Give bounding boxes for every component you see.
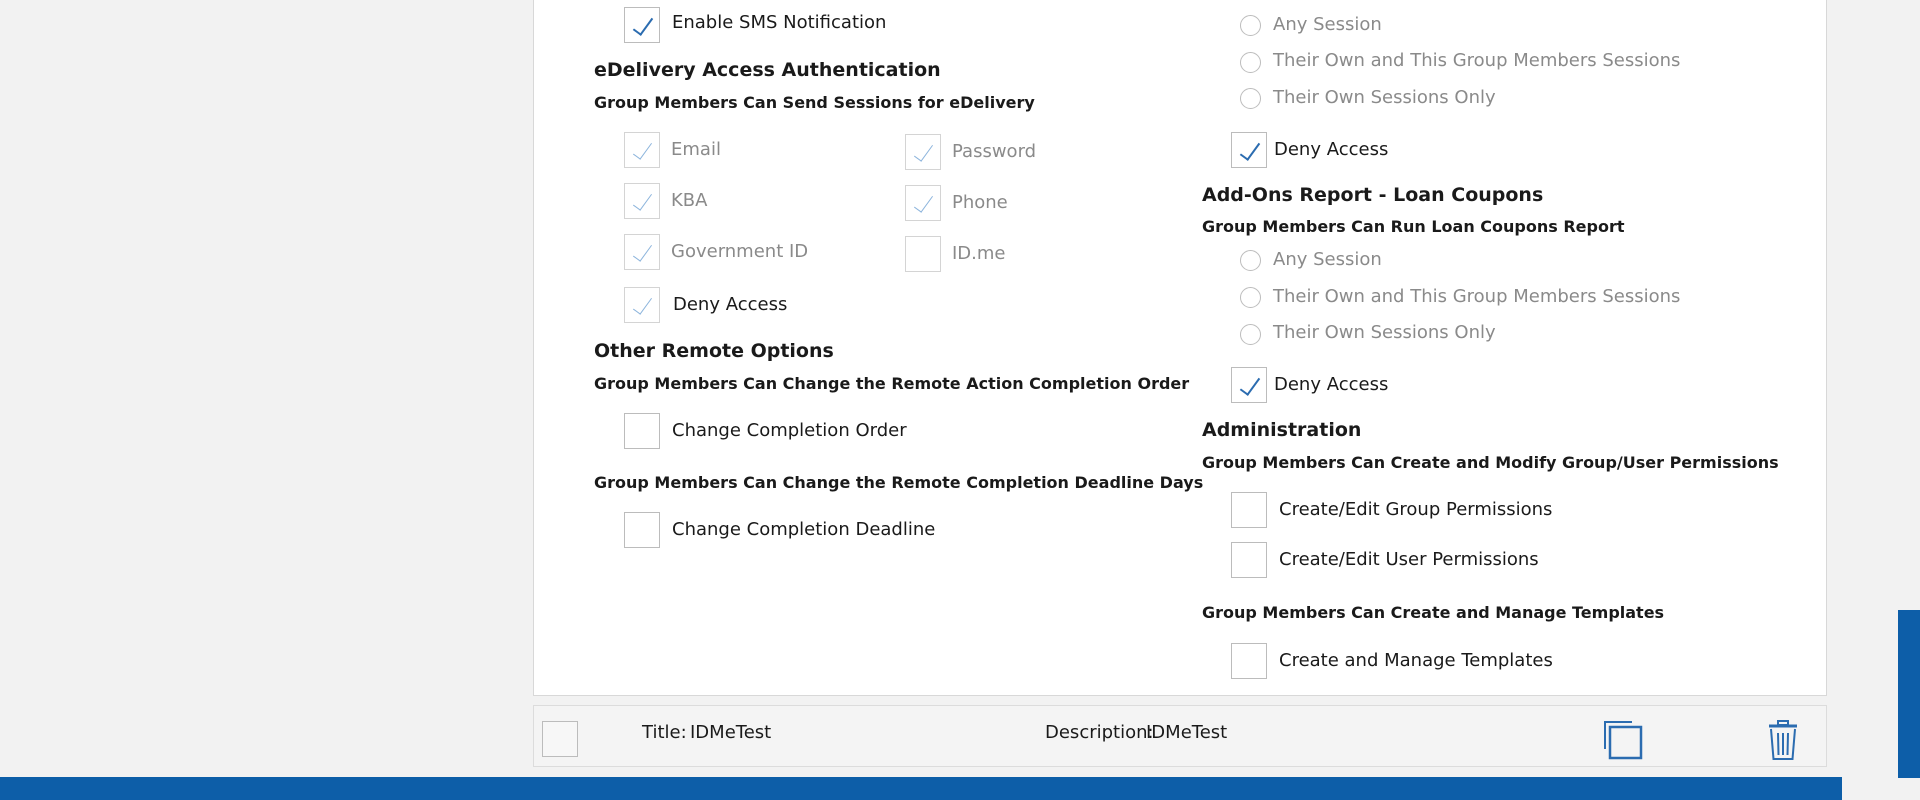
group-list-row[interactable]: Title: IDMeTest Description: IDMeTest [533,705,1827,767]
bottom-action-bar [0,777,1842,800]
change-completion-order-checkbox[interactable] [624,413,660,449]
loan-radio-any-session-label: Any Session [1273,249,1382,270]
top-radio-own-and-group-label: Their Own and This Group Members Session… [1273,50,1681,71]
top-deny-access-checkbox[interactable] [1231,132,1267,168]
row-title-value: IDMeTest [690,722,772,743]
row-title-label: Title: [642,722,687,743]
row-select-checkbox[interactable] [542,721,578,757]
row-description-label: Description: [1045,722,1154,743]
top-radio-any-session[interactable] [1240,15,1261,36]
edelivery-idme-checkbox[interactable] [905,236,941,272]
change-completion-order-label: Change Completion Order [672,420,907,441]
templates-subtitle: Group Members Can Create and Manage Temp… [1202,603,1665,622]
loan-radio-own-only[interactable] [1240,324,1261,345]
create-edit-group-permissions-checkbox[interactable] [1231,492,1267,528]
loan-deny-access-label: Deny Access [1274,374,1389,395]
edelivery-password-label: Password [952,141,1037,162]
row-description-value: IDMeTest [1146,722,1228,743]
create-edit-user-permissions-checkbox[interactable] [1231,542,1267,578]
administration-title: Administration [1202,419,1362,441]
loan-deny-access-checkbox[interactable] [1231,367,1267,403]
top-radio-own-only[interactable] [1240,88,1261,109]
edelivery-deny-access-checkbox[interactable] [624,287,660,323]
top-radio-own-and-group[interactable] [1240,52,1261,73]
enable-sms-label: Enable SMS Notification [672,12,887,33]
edelivery-government-id-label: Government ID [671,241,809,262]
edelivery-password-checkbox[interactable] [905,134,941,170]
loan-coupons-subtitle: Group Members Can Run Loan Coupons Repor… [1202,217,1625,236]
edelivery-deny-access-label: Deny Access [673,294,788,315]
permissions-panel: Enable SMS Notification eDelivery Access… [533,0,1827,696]
top-deny-access-label: Deny Access [1274,139,1389,160]
create-manage-templates-label: Create and Manage Templates [1279,650,1553,671]
loan-radio-own-and-group-label: Their Own and This Group Members Session… [1273,286,1681,307]
enable-sms-checkbox[interactable] [624,7,660,43]
copy-icon[interactable] [1602,719,1644,761]
edelivery-idme-label: ID.me [952,243,1006,264]
trash-icon[interactable] [1766,719,1800,761]
edelivery-title: eDelivery Access Authentication [594,59,941,81]
create-edit-group-permissions-label: Create/Edit Group Permissions [1279,499,1553,520]
side-scroll-accent [1898,610,1920,778]
change-completion-deadline-label: Change Completion Deadline [672,519,936,540]
completion-deadline-subtitle: Group Members Can Change the Remote Comp… [594,473,1204,492]
edelivery-subtitle: Group Members Can Send Sessions for eDel… [594,93,1035,112]
edelivery-kba-checkbox[interactable] [624,183,660,219]
edelivery-email-label: Email [671,139,721,160]
loan-radio-own-only-label: Their Own Sessions Only [1273,322,1496,343]
top-radio-own-only-label: Their Own Sessions Only [1273,87,1496,108]
top-radio-any-session-label: Any Session [1273,14,1382,35]
loan-radio-any-session[interactable] [1240,250,1261,271]
edelivery-kba-label: KBA [671,190,708,211]
change-completion-deadline-checkbox[interactable] [624,512,660,548]
permissions-subtitle: Group Members Can Create and Modify Grou… [1202,453,1779,472]
create-edit-user-permissions-label: Create/Edit User Permissions [1279,549,1539,570]
edelivery-email-checkbox[interactable] [624,132,660,168]
completion-order-subtitle: Group Members Can Change the Remote Acti… [594,374,1190,393]
edelivery-government-id-checkbox[interactable] [624,234,660,270]
edelivery-phone-label: Phone [952,192,1008,213]
create-manage-templates-checkbox[interactable] [1231,643,1267,679]
remote-options-title: Other Remote Options [594,340,834,362]
loan-coupons-title: Add-Ons Report - Loan Coupons [1202,184,1544,206]
loan-radio-own-and-group[interactable] [1240,287,1261,308]
edelivery-phone-checkbox[interactable] [905,185,941,221]
